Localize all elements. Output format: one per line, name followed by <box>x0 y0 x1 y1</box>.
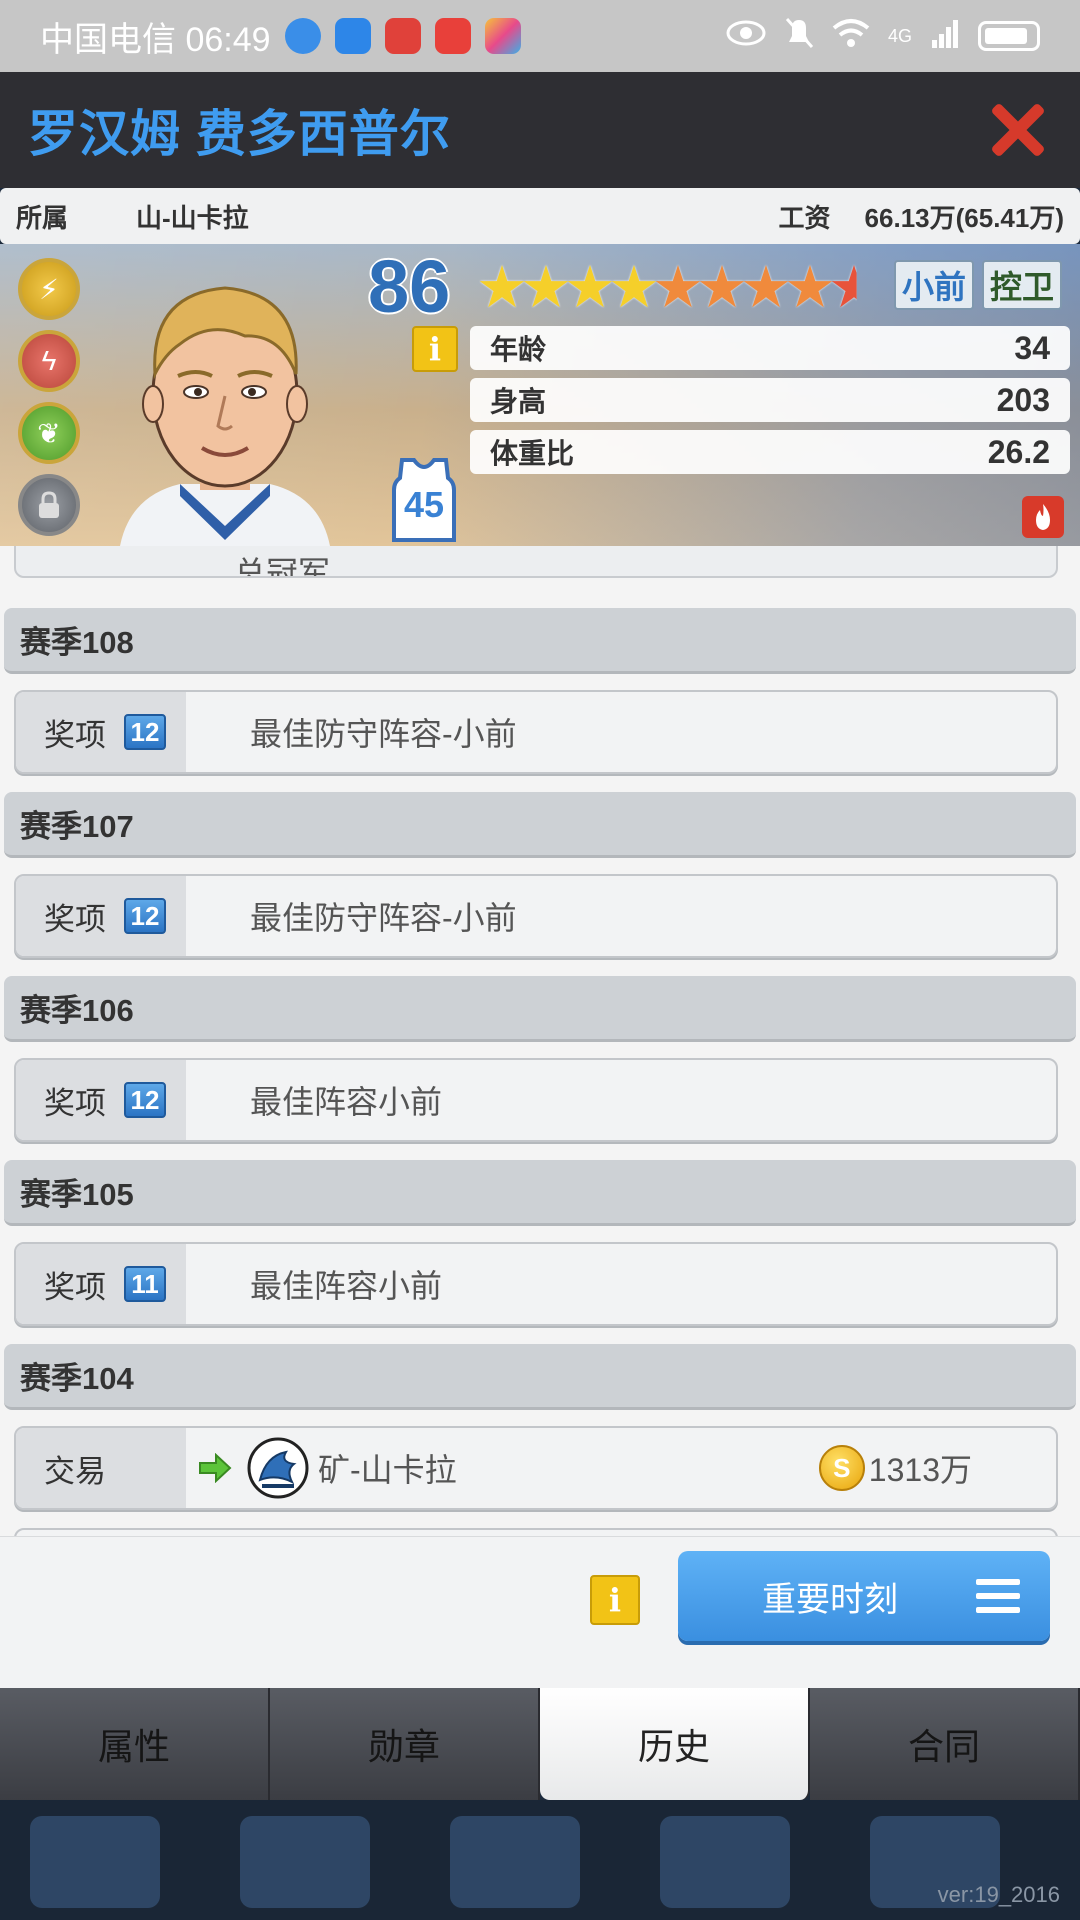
book-icon <box>434 18 471 54</box>
nav-item-blurred <box>450 1816 580 1908</box>
stat-label: 身高 <box>490 386 547 417</box>
menu-icon <box>976 1579 1020 1613</box>
entry-text: 最佳阵容小前 <box>250 1084 443 1120</box>
season-header: 赛季104 <box>4 1344 1076 1410</box>
status-right: 4G <box>726 16 1040 57</box>
position-tag-secondary: 控卫 <box>982 260 1063 310</box>
info-icon[interactable]: i <box>590 1575 640 1625</box>
entry-type: 奖项 <box>44 901 106 937</box>
season-header: 赛季107 <box>4 792 1076 858</box>
stat-row-age: 年龄 34 <box>470 326 1070 370</box>
browser-icon <box>284 18 321 54</box>
player-avatar <box>120 286 330 546</box>
season-header: 赛季106 <box>4 976 1076 1042</box>
history-list[interactable]: 总冠军 赛季108 奖项 12 最佳防守阵容-小前 赛季107 奖项 12 最佳… <box>0 546 1080 1536</box>
entry-type-cell: 奖项 12 <box>16 692 186 772</box>
overall-rating: 86 <box>368 245 451 328</box>
player-card: ⚡ ϟ ❦ 45 86 ★ ★ ★ ★ ★ ★ ★ ★ ★ 小前 控卫 i 年龄 34 身高 2… <box>0 244 1080 546</box>
status-left: 中国电信 06:49 <box>40 12 521 61</box>
list-item: 奖项 12 最佳防守阵容-小前 <box>14 874 1058 958</box>
trade-team-name: 矿-山卡拉 <box>318 1452 457 1488</box>
info-icon[interactable]: i <box>412 326 458 372</box>
network-type: 4G <box>887 25 912 46</box>
team-logo-icon[interactable] <box>246 1436 310 1500</box>
eye-icon <box>726 20 766 53</box>
stat-value: 26.2 <box>987 433 1050 470</box>
signal-icon <box>930 18 960 55</box>
entry-type: 奖项 <box>44 1269 106 1305</box>
entry-text: 最佳防守阵容-小前 <box>250 716 517 752</box>
entry-type: 奖项 <box>44 717 106 753</box>
stat-label: 年龄 <box>490 334 547 365</box>
season-header: 赛季108 <box>4 608 1076 674</box>
trade-amount: 1313万 <box>868 1452 972 1488</box>
shield-icon <box>334 18 371 54</box>
lightning-badge-icon[interactable]: ⚡ <box>18 258 80 320</box>
tab-bar: 属性 勋章 历史 合同 <box>0 1688 1080 1800</box>
arrow-right-icon <box>199 1453 232 1483</box>
nav-item-blurred <box>30 1816 160 1908</box>
level-badge: 12 <box>124 898 166 934</box>
list-item: 奖项 11 最佳阵容小前 <box>14 1242 1058 1326</box>
entry-type: 交易 <box>44 1453 106 1489</box>
entry-type-cell: 奖项 12 <box>16 876 186 956</box>
lock-badge-icon[interactable] <box>18 474 80 536</box>
stat-value: 203 <box>996 381 1050 418</box>
list-item: 奖项 12 最佳阵容小前 <box>14 1058 1058 1142</box>
season-header: 赛季105 <box>4 1160 1076 1226</box>
close-button[interactable] <box>982 95 1052 165</box>
team-label: 所属 <box>16 202 69 233</box>
player-name: 罗汉姆 费多西普尔 <box>28 106 451 162</box>
level-badge: 12 <box>124 1082 166 1118</box>
wing-badge-icon[interactable]: ❦ <box>18 402 80 464</box>
entry-type-cell: 奖项 11 <box>16 1244 186 1324</box>
nav-item-blurred <box>660 1816 790 1908</box>
team-value: 山-山卡拉 <box>136 202 249 233</box>
entry-type-cell: 交易 <box>16 1428 186 1508</box>
trade-item[interactable]: 交易 矿-山卡拉 S 1313万 <box>14 1426 1058 1510</box>
game-nav-background: ver:19_2016 <box>0 1800 1080 1920</box>
list-item: 总冠军 <box>14 546 1058 578</box>
salary-label: 工资 <box>778 202 831 233</box>
star-rating: ★ ★ ★ ★ ★ ★ ★ ★ ★ <box>476 258 872 318</box>
action-bar: i 重要时刻 <box>0 1536 1080 1688</box>
entry-text: 最佳阵容小前 <box>250 1268 443 1304</box>
tab-contract[interactable]: 合同 <box>810 1688 1080 1800</box>
paint-icon <box>484 18 521 54</box>
key-moments-label: 重要时刻 <box>762 1580 898 1619</box>
key-moments-button[interactable]: 重要时刻 <box>678 1551 1050 1641</box>
stat-row-height: 身高 203 <box>470 378 1070 422</box>
entry-text: 最佳防守阵容-小前 <box>250 900 517 936</box>
stat-row-weight-ratio: 体重比 26.2 <box>470 430 1070 474</box>
stat-label: 体重比 <box>490 438 575 469</box>
stat-value: 34 <box>1014 329 1050 366</box>
list-item <box>14 1528 1058 1536</box>
level-badge: 11 <box>124 1266 166 1302</box>
carrier-time: 中国电信 06:49 <box>40 20 271 59</box>
team-salary-row: 所属 山-山卡拉 工资 66.13万(65.41万) <box>0 188 1080 244</box>
nav-item-blurred <box>240 1816 370 1908</box>
wifi-icon <box>832 18 870 55</box>
star-icon: ★ <box>828 255 880 320</box>
entry-type-cell: 奖项 12 <box>16 1060 186 1140</box>
huawei-app-icon <box>384 18 421 54</box>
flame-badge-icon[interactable]: ϟ <box>18 330 80 392</box>
status-bar: 中国电信 06:49 4G <box>0 0 1080 72</box>
tab-attributes[interactable]: 属性 <box>0 1688 270 1800</box>
version-label: ver:19_2016 <box>937 1882 1060 1907</box>
list-item: 奖项 12 最佳防守阵容-小前 <box>14 690 1058 774</box>
jersey-number: 45 <box>403 484 445 525</box>
tab-medals[interactable]: 勋章 <box>270 1688 540 1800</box>
level-badge: 12 <box>124 714 166 750</box>
salary-value: 66.13万(65.41万) <box>864 202 1064 233</box>
mute-bell-icon <box>784 16 814 57</box>
tab-history[interactable]: 历史 <box>540 1688 810 1800</box>
fire-icon[interactable] <box>1022 496 1064 538</box>
player-header: 罗汉姆 费多西普尔 <box>0 72 1080 188</box>
coin-icon: S <box>818 1445 865 1491</box>
entry-text: 总冠军 <box>234 555 331 578</box>
entry-type: 奖项 <box>44 1085 106 1121</box>
battery-icon <box>978 21 1040 51</box>
position-tag-primary: 小前 <box>894 260 975 310</box>
